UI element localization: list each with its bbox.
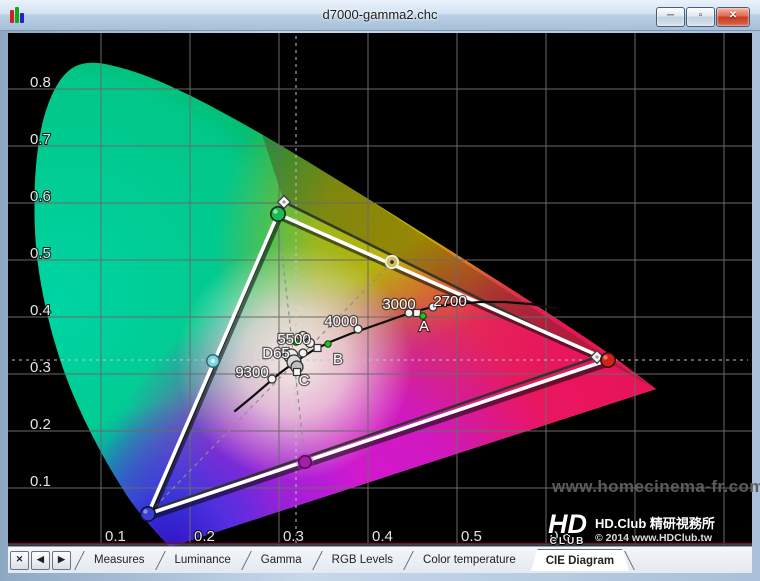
tab-end-spacer (629, 549, 643, 571)
label-4000: 4000 (324, 313, 357, 330)
hdclub-name: HD.Club 精研視務所 (595, 515, 715, 532)
x-tick: 0.4 (372, 528, 393, 545)
tab-close-button[interactable]: ✕ (10, 551, 29, 570)
label-illuminant-a: A (419, 318, 429, 335)
tab-rgb-levels[interactable]: RGB Levels (317, 549, 408, 571)
hdclub-logo-watermark: HD CLUB HD.Club 精研視務所 © 2014 www.HDClub.… (548, 512, 715, 547)
hdclub-logo-lines: HD.Club 精研視務所 © 2014 www.HDClub.tw (595, 512, 715, 544)
y-tick: 0.3 (30, 359, 51, 376)
window-title: d7000-gamma2.chc (0, 0, 760, 30)
title-bar: d7000-gamma2.chc ─ ▫ ✕ (0, 0, 760, 31)
y-tick: 0.8 (30, 74, 51, 91)
y-tick: 0.4 (30, 302, 51, 319)
green-dot-2 (325, 341, 331, 347)
label-9300: 9300 (235, 364, 268, 381)
maximize-button[interactable]: ▫ (686, 7, 715, 27)
illuminant-b-marker (314, 345, 321, 352)
yellow-secondary-dot (390, 260, 394, 264)
tab-color-temperature[interactable]: Color temperature (408, 549, 531, 571)
hd-logo-text: HD (548, 512, 587, 536)
tab-measures[interactable]: Measures (79, 549, 160, 571)
reference-green-diamond-dot (282, 200, 285, 203)
label-3000: 3000 (382, 296, 415, 313)
y-tick: 0.6 (30, 188, 51, 205)
label-2700: 2700 (433, 293, 466, 310)
reference-red-diamond-dot (595, 355, 598, 358)
green-primary-point (271, 207, 285, 221)
x-tick: 0.3 (283, 528, 304, 545)
marker-5500 (299, 349, 307, 357)
blue-primary-point (141, 507, 155, 521)
blue-primary-highlight (143, 509, 147, 513)
label-illuminant-c: C (299, 372, 310, 389)
tab-gamma[interactable]: Gamma (246, 549, 317, 571)
y-tick: 0.2 (30, 416, 51, 433)
homecinema-watermark: www.homecinema-fr.com (552, 477, 760, 497)
x-tick: 0.5 (461, 528, 482, 545)
y-tick: 0.7 (30, 131, 51, 148)
x-tick: 0.1 (105, 528, 126, 545)
x-tick: 0.2 (194, 528, 215, 545)
tab-scroll-left-button[interactable]: ◀ (31, 551, 50, 570)
magenta-secondary-point (299, 456, 312, 469)
label-illuminant-b: B (333, 351, 343, 368)
tab-luminance[interactable]: Luminance (160, 549, 246, 571)
application-window: d7000-gamma2.chc ─ ▫ ✕ (0, 0, 760, 581)
red-primary-highlight (603, 355, 607, 359)
sheet-tabs: Measures Luminance Gamma RGB Levels Colo… (79, 549, 643, 571)
club-logo-text: CLUB (548, 537, 587, 547)
y-tick: 0.1 (30, 473, 51, 490)
y-tick: 0.5 (30, 245, 51, 262)
green-primary-highlight (273, 209, 277, 213)
cie-diagram-plot: 0.8 0.7 0.6 0.5 0.4 0.3 0.2 0.1 0.1 0.2 … (8, 33, 752, 546)
sheet-tab-bar: ✕ ◀ ▶ Measures Luminance Gamma RGB Level… (8, 546, 752, 573)
close-button[interactable]: ✕ (716, 7, 750, 27)
minimize-button[interactable]: ─ (656, 7, 685, 27)
label-5500: 5500 (277, 331, 310, 348)
hdclub-copyright: © 2014 www.HDClub.tw (595, 532, 715, 544)
cyan-secondary-dot (211, 359, 215, 363)
marker-9300 (268, 375, 276, 383)
cie-diagram-svg: 0.8 0.7 0.6 0.5 0.4 0.3 0.2 0.1 0.1 0.2 … (8, 33, 752, 546)
tab-scroll-right-button[interactable]: ▶ (52, 551, 71, 570)
hdclub-logo-mark: HD CLUB (548, 512, 587, 547)
tab-cie-diagram[interactable]: CIE Diagram (531, 549, 629, 571)
red-primary-point (601, 353, 615, 367)
